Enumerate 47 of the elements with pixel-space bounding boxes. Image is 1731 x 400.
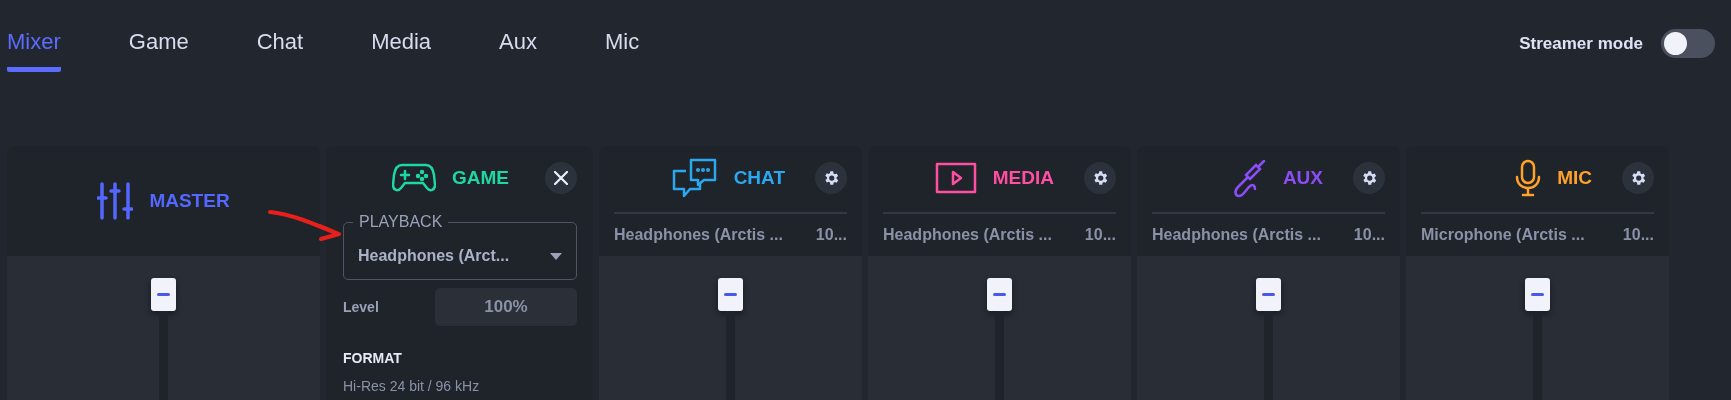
streamer-mode-label: Streamer mode xyxy=(1519,33,1643,54)
channel-title: MASTER xyxy=(149,190,230,212)
settings-icon xyxy=(1360,169,1378,187)
microphone-icon xyxy=(1515,159,1542,197)
volume-value: 10... xyxy=(1622,226,1654,244)
close-button[interactable] xyxy=(545,162,577,194)
level-label: Level xyxy=(343,299,379,315)
volume-value: 10... xyxy=(1353,226,1385,244)
fader-handle[interactable] xyxy=(1256,278,1281,311)
volume-value: 10... xyxy=(815,226,847,244)
settings-button[interactable] xyxy=(1353,162,1385,194)
channel-title: GAME xyxy=(452,167,509,189)
settings-icon xyxy=(822,169,840,187)
settings-icon xyxy=(1091,169,1109,187)
tab[interactable]: Mic xyxy=(605,29,640,72)
channel-title: CHAT xyxy=(733,167,785,189)
tab[interactable]: Game xyxy=(128,29,189,72)
tab[interactable]: Chat xyxy=(256,29,304,72)
output-device: Headphones (Arctis ... xyxy=(883,226,1052,244)
fader-handle[interactable] xyxy=(718,278,743,311)
tab[interactable]: Aux xyxy=(499,29,538,72)
fader-handle[interactable] xyxy=(1525,278,1550,311)
video-play-icon xyxy=(934,162,977,194)
chat-bubbles-icon xyxy=(671,158,718,198)
output-device: Headphones (Arctis ... xyxy=(1152,226,1321,244)
format-heading: FORMAT xyxy=(343,350,403,366)
tab[interactable]: Mixer xyxy=(7,29,61,72)
settings-icon xyxy=(1629,169,1647,187)
format-value: Hi-Res 24 bit / 96 kHz xyxy=(343,378,481,394)
settings-button[interactable] xyxy=(1084,162,1116,194)
settings-button[interactable] xyxy=(1622,162,1654,194)
tab[interactable]: Media xyxy=(371,29,432,72)
level-value-field[interactable]: 100% xyxy=(435,288,577,326)
volume-value: 10... xyxy=(1084,226,1116,244)
settings-button[interactable] xyxy=(815,162,847,194)
output-device: Microphone (Arctis ... xyxy=(1421,226,1585,244)
fader-handle[interactable] xyxy=(987,278,1012,311)
channel-title: MIC xyxy=(1557,167,1592,189)
channel-title: AUX xyxy=(1282,167,1323,189)
output-device: Headphones (Arctis ... xyxy=(614,226,783,244)
channel-title: MEDIA xyxy=(992,167,1054,189)
close-icon xyxy=(554,171,568,185)
sliders-icon xyxy=(97,182,134,220)
gamepad-icon xyxy=(392,163,436,193)
fader-handle[interactable] xyxy=(151,278,176,311)
dropdown-caret-icon xyxy=(550,252,562,260)
streamer-mode-toggle[interactable] xyxy=(1661,29,1715,58)
